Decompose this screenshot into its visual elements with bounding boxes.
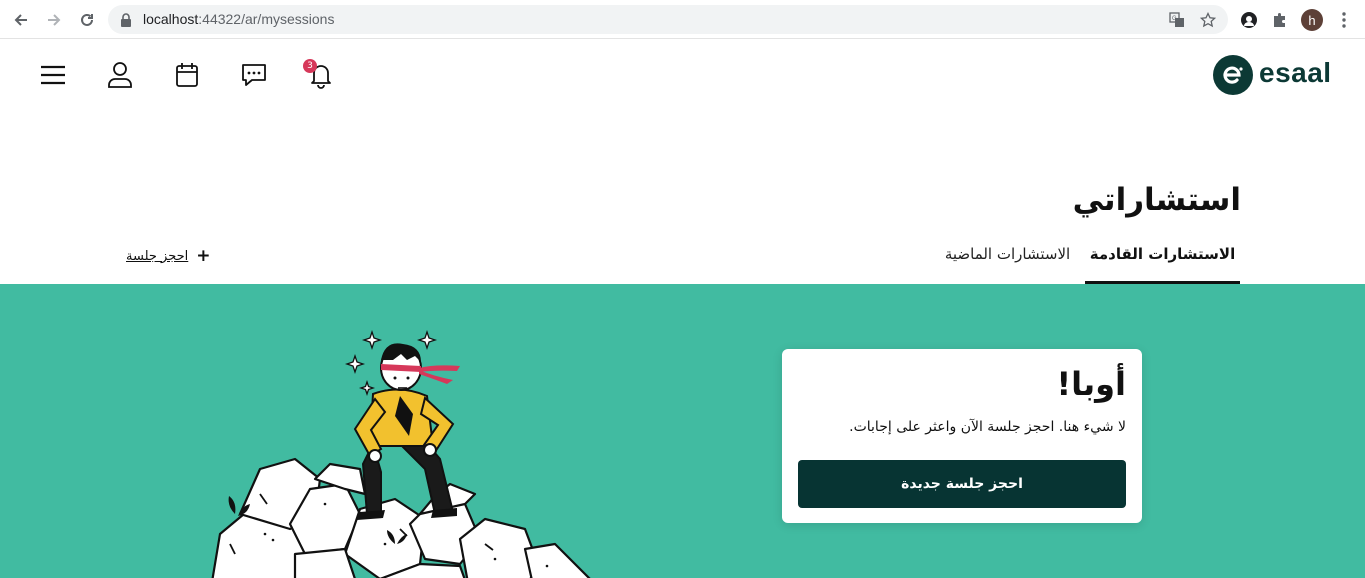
url-text: localhost:44322/ar/mysessions <box>143 11 335 27</box>
calendar-icon[interactable] <box>173 61 201 89</box>
page-title: استشاراتي <box>1072 182 1241 218</box>
browser-menu-icon[interactable] <box>1333 9 1355 31</box>
browser-toolbar: localhost:44322/ar/mysessions G h <box>0 0 1365 39</box>
notification-badge: 3 <box>303 59 317 73</box>
back-icon[interactable] <box>9 8 33 32</box>
climber-illustration <box>211 329 591 578</box>
empty-state-card: أوبا! لا شيء هنا. احجز جلسة الآن واعثر ع… <box>782 349 1142 523</box>
extension-circle-icon[interactable] <box>1238 9 1260 31</box>
extensions-puzzle-icon[interactable] <box>1269 9 1291 31</box>
esaal-logo[interactable]: esaal <box>1212 54 1337 96</box>
translate-icon[interactable]: G <box>1168 11 1186 29</box>
profile-avatar[interactable]: h <box>1301 9 1323 31</box>
logo-mark-icon <box>1213 55 1253 95</box>
empty-state-message: لا شيء هنا. احجز جلسة الآن واعثر على إجا… <box>849 419 1126 435</box>
book-new-session-button[interactable]: احجز جلسة جديدة <box>798 460 1126 508</box>
empty-state-section: أوبا! لا شيء هنا. احجز جلسة الآن واعثر ع… <box>0 284 1365 578</box>
user-profile-icon[interactable] <box>106 61 134 89</box>
hamburger-menu-icon[interactable] <box>39 61 67 89</box>
forward-icon[interactable] <box>42 8 66 32</box>
chat-icon[interactable] <box>240 61 268 89</box>
logo-wordmark: esaal <box>1259 57 1332 88</box>
plus-icon: + <box>196 246 211 266</box>
tab-upcoming-sessions[interactable]: الاستشارات القادمة <box>1085 245 1240 284</box>
address-bar[interactable]: localhost:44322/ar/mysessions G <box>108 5 1228 34</box>
book-session-link[interactable]: احجز جلسة + <box>126 246 211 266</box>
book-session-label: احجز جلسة <box>126 248 189 264</box>
svg-text:G: G <box>1172 16 1177 22</box>
lock-icon <box>120 12 132 31</box>
tab-past-sessions[interactable]: الاستشارات الماضية <box>940 245 1075 284</box>
reload-icon[interactable] <box>75 8 99 32</box>
empty-state-title: أوبا! <box>1056 365 1126 403</box>
bookmark-star-icon[interactable] <box>1199 11 1217 29</box>
